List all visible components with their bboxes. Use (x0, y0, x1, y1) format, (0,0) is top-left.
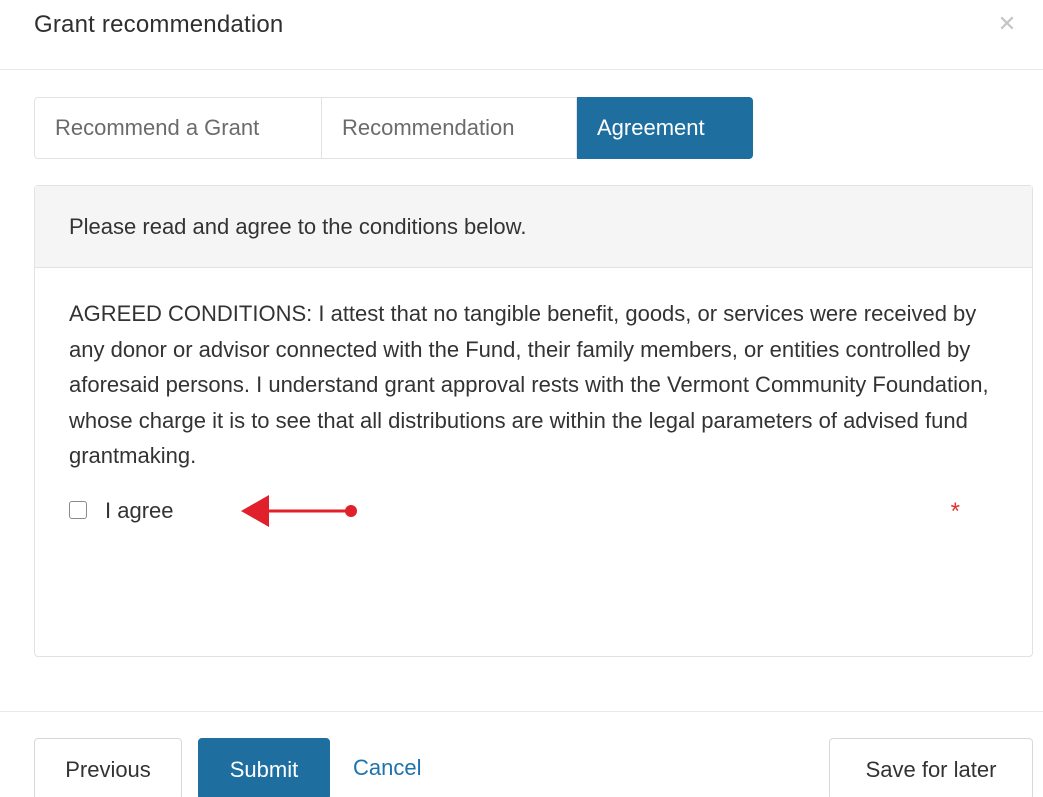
agreement-panel: Please read and agree to the conditions … (34, 185, 1033, 657)
tab-recommend-a-grant[interactable]: Recommend a Grant (34, 97, 322, 159)
tab-recommendation[interactable]: Recommendation (322, 97, 577, 159)
agree-label[interactable]: I agree (105, 496, 174, 526)
agree-row: I agree * (69, 494, 998, 527)
modal-footer: Previous Submit Cancel Save for later (0, 711, 1043, 797)
required-marker: * (950, 497, 960, 525)
wizard-tabs: Recommend a Grant Recommendation Agreeme… (34, 97, 753, 159)
agree-checkbox[interactable] (69, 500, 87, 519)
previous-button[interactable]: Previous (34, 738, 182, 797)
close-icon[interactable]: ✕ (997, 13, 1017, 35)
arrow-left-icon (241, 494, 357, 527)
submit-button[interactable]: Submit (198, 738, 330, 797)
panel-body: AGREED CONDITIONS: I attest that no tang… (35, 268, 1032, 527)
modal-title: Grant recommendation (34, 11, 284, 38)
cancel-link[interactable]: Cancel (353, 738, 443, 797)
tab-agreement[interactable]: Agreement (577, 97, 753, 159)
agreed-conditions-text: AGREED CONDITIONS: I attest that no tang… (69, 301, 989, 468)
modal-header: Grant recommendation ✕ (0, 0, 1043, 70)
panel-heading: Please read and agree to the conditions … (35, 186, 1032, 268)
save-for-later-button[interactable]: Save for later (829, 738, 1033, 797)
grant-recommendation-modal: Grant recommendation ✕ Recommend a Grant… (0, 0, 1043, 797)
